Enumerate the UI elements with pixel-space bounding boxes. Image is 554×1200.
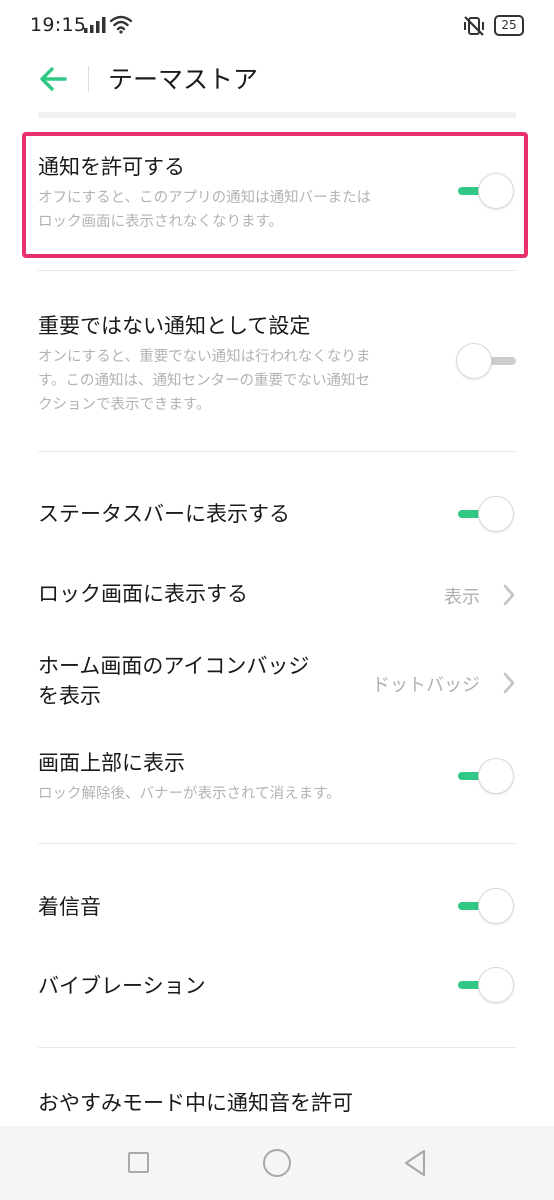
setting-status-bar[interactable]: ステータスバーに表示する [38, 499, 516, 529]
section-divider [38, 270, 516, 271]
recent-apps-icon[interactable] [128, 1152, 149, 1173]
setting-title: 画面上部に表示 [38, 751, 185, 775]
wifi-icon [110, 15, 132, 34]
setting-dnd-sound[interactable]: おやすみモード中に通知音を許可 [38, 1088, 516, 1118]
home-badge-value: ドットバッジ [372, 675, 480, 696]
show-at-top-toggle[interactable] [456, 756, 518, 796]
app-bar: テーマストア [0, 54, 554, 104]
toggle-knob [456, 343, 492, 379]
setting-description: オンにすると、重要でない通知は行われなくなりま す。この通知は、通知センターの重… [38, 345, 516, 417]
ringtone-toggle[interactable] [456, 886, 518, 926]
setting-description: ロック解除後、バナーが表示されて消えます。 [38, 786, 341, 802]
allow-notifications-toggle[interactable] [456, 171, 518, 211]
home-icon[interactable] [263, 1149, 291, 1177]
setting-description: オフにすると、このアプリの通知は通知バーまたは ロック画面に表示されなくなります… [38, 186, 516, 234]
signal-icon [84, 17, 106, 33]
toggle-knob [478, 173, 514, 209]
toggle-knob [478, 496, 514, 532]
setting-title: 通知を許可する [38, 155, 185, 179]
toggle-knob [478, 758, 514, 794]
description-line: オフにすると、このアプリの通知は通知バーまたは [38, 190, 372, 206]
nav-back-icon[interactable] [402, 1148, 428, 1178]
status-time: 19:15 [30, 14, 87, 36]
description-line: クションで表示できます。 [38, 397, 211, 413]
status-bar-toggle[interactable] [456, 494, 518, 534]
section-divider [38, 451, 516, 452]
setting-allow-notifications[interactable]: 通知を許可する オフにすると、このアプリの通知は通知バーまたは ロック画面に表示… [38, 152, 516, 234]
toggle-knob [478, 967, 514, 1003]
description-line: す。この通知は、通知センターの重要でない通知セ [38, 373, 371, 389]
app-bar-divider [88, 66, 89, 92]
setting-show-at-top[interactable]: 画面上部に表示 ロック解除後、バナーが表示されて消えます。 [38, 748, 516, 806]
scroll-shade [38, 112, 516, 118]
toggle-knob [478, 888, 514, 924]
setting-title: おやすみモード中に通知音を許可 [38, 1091, 353, 1115]
setting-title: 重要ではない通知として設定 [38, 314, 311, 338]
section-divider [38, 1047, 516, 1048]
page-title: テーマストア [108, 65, 259, 94]
setting-unimportant[interactable]: 重要ではない通知として設定 オンにすると、重要でない通知は行われなくなりま す。… [38, 311, 516, 417]
description-line: ロック画面に表示されなくなります。 [38, 214, 284, 230]
chevron-right-icon [503, 672, 515, 694]
setting-title: ステータスバーに表示する [38, 502, 290, 526]
setting-title: 着信音 [38, 895, 101, 919]
unimportant-toggle[interactable] [456, 341, 518, 381]
chevron-right-icon [503, 584, 515, 606]
section-divider [38, 843, 516, 844]
navigation-bar [0, 1126, 554, 1200]
lock-screen-value: 表示 [444, 587, 480, 608]
vibration-toggle[interactable] [456, 965, 518, 1005]
status-bar: 19:15 25 [0, 0, 554, 54]
back-arrow-icon[interactable] [38, 66, 68, 92]
setting-ringtone[interactable]: 着信音 [38, 892, 516, 922]
setting-title: バイブレーション [38, 974, 206, 998]
vibrate-mute-icon [464, 16, 484, 36]
battery-icon: 25 [494, 15, 524, 36]
setting-vibration[interactable]: バイブレーション [38, 971, 516, 1001]
description-line: オンにすると、重要でない通知は行われなくなりま [38, 349, 371, 365]
